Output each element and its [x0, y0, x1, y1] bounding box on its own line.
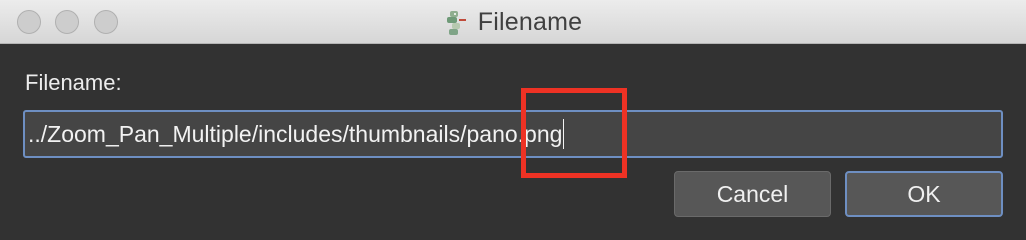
- title-bar[interactable]: Filename: [0, 0, 1026, 44]
- python-app-icon: [446, 11, 466, 35]
- ok-button[interactable]: OK: [845, 171, 1003, 217]
- filename-input-value[interactable]: ../Zoom_Pan_Multiple/includes/thumbnails…: [28, 121, 562, 148]
- filename-input[interactable]: ../Zoom_Pan_Multiple/includes/thumbnails…: [23, 110, 1003, 158]
- window-title: Filename: [477, 7, 583, 36]
- text-cursor: [563, 119, 565, 149]
- window-title-group: Filename: [0, 0, 1026, 44]
- filename-dialog-window: Filename Filename: ../Zoom_Pan_Multiple/…: [0, 0, 1026, 240]
- filename-label: Filename:: [25, 70, 122, 95]
- cancel-button[interactable]: Cancel: [674, 171, 831, 217]
